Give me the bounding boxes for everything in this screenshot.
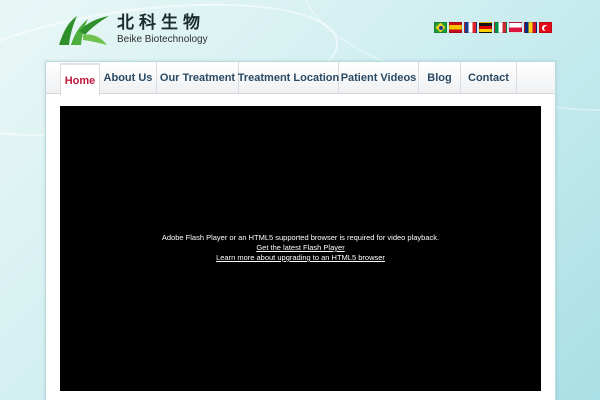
site-logo[interactable]: 北科生物 Beike Biotechnology (55, 13, 208, 47)
language-selector (434, 22, 552, 33)
flag-germany-icon[interactable] (479, 22, 492, 33)
flag-spain-icon[interactable] (449, 22, 462, 33)
nav-about-us[interactable]: About Us (100, 62, 157, 94)
upgrade-html5-browser-link[interactable]: Learn more about upgrading to an HTML5 b… (60, 253, 541, 263)
flag-italy-icon[interactable] (494, 22, 507, 33)
nav-home[interactable]: Home (60, 63, 100, 96)
nav-contact[interactable]: Contact (461, 62, 517, 94)
nav-patient-videos[interactable]: Patient Videos (339, 62, 419, 94)
bk-logo-icon (59, 16, 109, 45)
video-player[interactable]: Adobe Flash Player or an HTML5 supported… (60, 106, 541, 391)
flag-france-icon[interactable] (464, 22, 477, 33)
main-panel: Home About Us Our Treatment Treatment Lo… (45, 61, 556, 400)
logo-english-name: Beike Biotechnology (117, 34, 208, 45)
video-fallback-message: Adobe Flash Player or an HTML5 supported… (60, 233, 541, 263)
main-nav: Home About Us Our Treatment Treatment Lo… (46, 62, 555, 96)
nav-blog[interactable]: Blog (419, 62, 461, 94)
get-flash-player-link[interactable]: Get the latest Flash Player (60, 243, 541, 253)
nav-treatment-location[interactable]: Treatment Location (238, 62, 339, 94)
flag-brazil-icon[interactable] (434, 22, 447, 33)
nav-our-treatment[interactable]: Our Treatment (157, 62, 239, 94)
flag-romania-icon[interactable] (524, 22, 537, 33)
logo-chinese-name: 北科生物 (117, 13, 205, 33)
video-requirement-text: Adobe Flash Player or an HTML5 supported… (161, 233, 440, 242)
flag-turkey-icon[interactable] (539, 22, 552, 33)
flag-poland-icon[interactable] (509, 22, 522, 33)
